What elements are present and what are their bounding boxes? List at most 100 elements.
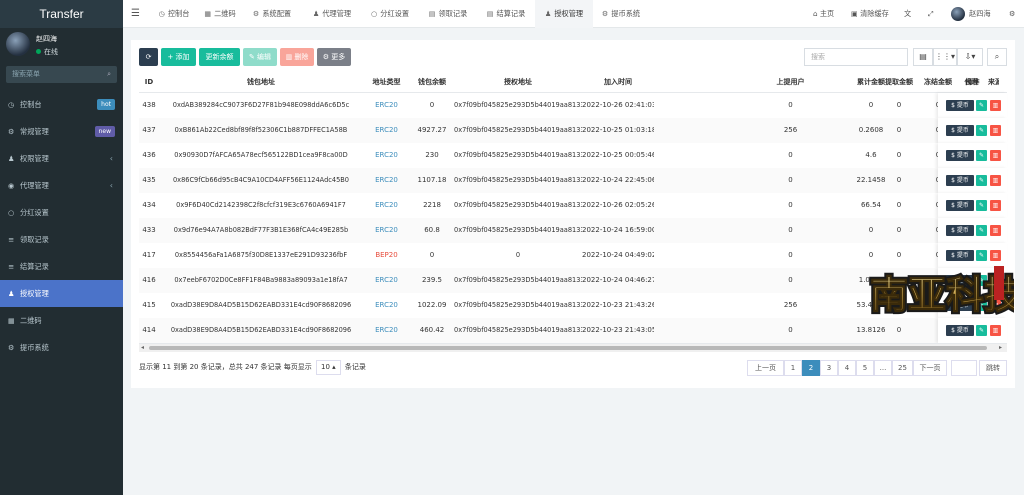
page-size-select[interactable]: 10 ▴ bbox=[316, 360, 341, 375]
edit-button[interactable]: ✎ 编辑 bbox=[243, 48, 277, 66]
withdraw-button[interactable]: $ 提币 bbox=[946, 125, 974, 136]
sidebar-item-5[interactable]: ≡ 领取记录 bbox=[0, 226, 123, 253]
jump-page-input[interactable] bbox=[951, 360, 977, 376]
withdraw-button[interactable]: $ 提币 bbox=[946, 150, 974, 161]
dashboard-icon: ◷ bbox=[8, 100, 15, 109]
tab-5[interactable]: ▤ 领取记录 bbox=[420, 0, 476, 28]
page-button[interactable]: ... bbox=[874, 360, 892, 376]
column-header[interactable]: 授权地址 bbox=[454, 72, 582, 92]
row-delete-icon[interactable]: ▥ bbox=[990, 200, 1001, 211]
sidebar-item-4[interactable]: ○ 分红设置 bbox=[0, 199, 123, 226]
scrollbar-thumb[interactable] bbox=[149, 346, 987, 350]
prev-page-button[interactable]: 上一页 bbox=[747, 360, 784, 376]
row-edit-icon[interactable]: ✎ bbox=[976, 100, 987, 111]
fullscreen-icon[interactable]: ⤢ bbox=[928, 0, 934, 28]
row-delete-icon[interactable]: ▥ bbox=[990, 125, 1001, 136]
tab-6[interactable]: ▤ 结算记录 bbox=[479, 0, 533, 28]
table-cell: 434 bbox=[142, 201, 156, 209]
settings-gear-icon[interactable]: ⚙ bbox=[1009, 0, 1015, 28]
tab-7[interactable]: ♟ 授权管理 bbox=[535, 0, 593, 28]
row-edit-icon[interactable]: ✎ bbox=[976, 200, 987, 211]
row-edit-icon[interactable]: ✎ bbox=[976, 225, 987, 236]
page-button[interactable]: 25 bbox=[892, 360, 913, 376]
row-edit-icon[interactable]: ✎ bbox=[976, 325, 987, 336]
add-button[interactable]: + 添加 bbox=[161, 48, 196, 66]
home-link[interactable]: ⌂ 主页 bbox=[813, 0, 834, 28]
column-header[interactable]: 钱包余额 bbox=[410, 72, 454, 92]
columns-toggle-icon[interactable]: ▤ bbox=[913, 48, 933, 66]
clear-cache-link[interactable]: ▣ 清除缓存 bbox=[851, 0, 889, 28]
more-button[interactable]: ⚙ 更多 bbox=[317, 48, 351, 66]
delete-button[interactable]: ▥ 删除 bbox=[280, 48, 314, 66]
table-cell: 0x7f09bf045825e293D5b44019aa813324E5bE3e… bbox=[454, 226, 582, 234]
tab-8[interactable]: ⚙ 提币系统 bbox=[596, 0, 646, 28]
top-username[interactable]: 赵四海 bbox=[969, 0, 991, 28]
sidebar-item-9[interactable]: ⚙ 提币系统 bbox=[0, 334, 123, 361]
sidebar-item-0[interactable]: ◷ 控制台 hot bbox=[0, 91, 123, 118]
tab-0[interactable]: ◷ 控制台 bbox=[151, 0, 197, 28]
tab-1[interactable]: ▦ 二维码 bbox=[198, 0, 242, 28]
row-edit-icon[interactable]: ✎ bbox=[976, 175, 987, 186]
page-button[interactable]: 1 bbox=[784, 360, 802, 376]
gear-icon: ⚙ bbox=[252, 9, 260, 18]
scroll-right-icon[interactable]: ▸ bbox=[999, 344, 1002, 351]
column-header[interactable]: 地址类型 bbox=[363, 72, 410, 92]
page-button[interactable]: 4 bbox=[838, 360, 856, 376]
row-delete-icon[interactable]: ▥ bbox=[990, 100, 1001, 111]
next-page-button[interactable]: 下一页 bbox=[913, 360, 947, 376]
page-button[interactable]: 2 bbox=[802, 360, 820, 376]
table-search-input[interactable]: 搜索 bbox=[804, 48, 908, 66]
column-header[interactable]: 钱包地址 bbox=[159, 72, 363, 92]
row-delete-icon[interactable]: ▥ bbox=[990, 250, 1001, 261]
withdraw-button[interactable]: $ 提币 bbox=[946, 175, 974, 186]
row-edit-icon[interactable]: ✎ bbox=[976, 150, 987, 161]
row-edit-icon[interactable]: ✎ bbox=[976, 250, 987, 261]
column-header[interactable]: 加入时间 bbox=[582, 72, 654, 92]
scroll-left-icon[interactable]: ◂ bbox=[141, 344, 144, 351]
top-avatar[interactable] bbox=[951, 7, 965, 21]
row-delete-icon[interactable]: ▥ bbox=[990, 325, 1001, 336]
row-edit-icon[interactable]: ✎ bbox=[976, 125, 987, 136]
update-balance-button[interactable]: 更新余额 bbox=[199, 48, 240, 66]
sidebar-item-8[interactable]: ▦ 二维码 bbox=[0, 307, 123, 334]
sidebar-item-3[interactable]: ◉ 代理管理 ‹ bbox=[0, 172, 123, 199]
withdraw-button[interactable]: $ 提币 bbox=[946, 225, 974, 236]
tab-3[interactable]: ♟ 代理管理 bbox=[303, 0, 361, 28]
add-label: 添加 bbox=[175, 53, 190, 61]
sidebar-item-2[interactable]: ♟ 权限管理 ‹ bbox=[0, 145, 123, 172]
pagination-info-b: 条记录 bbox=[344, 363, 366, 371]
column-header[interactable]: 操作 bbox=[938, 72, 1007, 92]
app-title[interactable]: Transfer bbox=[0, 0, 123, 28]
table-cell: 0 bbox=[896, 101, 902, 109]
row-delete-icon[interactable]: ▥ bbox=[990, 150, 1001, 161]
tab-4[interactable]: ○ 分红设置 bbox=[363, 0, 417, 28]
tab-2[interactable]: ⚙ 系统配置 bbox=[243, 0, 301, 28]
table-cell: 0 bbox=[788, 201, 793, 209]
grid-view-icon[interactable]: ⋮⋮▾ bbox=[933, 48, 957, 66]
table-cell: 0 bbox=[788, 276, 793, 284]
withdraw-button[interactable]: $ 提币 bbox=[946, 325, 974, 336]
sidebar-item-label: 领取记录 bbox=[20, 235, 49, 244]
sidebar-item-7[interactable]: ♟ 授权管理 bbox=[0, 280, 123, 307]
pagination-info: 显示第 11 到第 20 条记录，总共 247 条记录 每页显示 10 ▴ 条记… bbox=[139, 360, 366, 375]
withdraw-button[interactable]: $ 提币 bbox=[946, 100, 974, 111]
page-button[interactable]: 3 bbox=[820, 360, 838, 376]
page-button[interactable]: 5 bbox=[856, 360, 874, 376]
refresh-button[interactable]: ⟳ bbox=[139, 48, 158, 66]
row-actions: $ 提币✎▥ bbox=[938, 318, 1007, 343]
advanced-search-icon[interactable]: ⌕ bbox=[987, 48, 1007, 66]
sidebar-item-1[interactable]: ⚙ 常规管理 new bbox=[0, 118, 123, 145]
column-header[interactable]: 提取金额 bbox=[877, 72, 921, 92]
menu-toggle-icon[interactable]: ☰ bbox=[131, 0, 140, 28]
jump-button[interactable]: 跳转 bbox=[979, 360, 1007, 376]
withdraw-button[interactable]: $ 提币 bbox=[946, 250, 974, 261]
export-icon[interactable]: ⇩▾ bbox=[957, 48, 983, 66]
column-header[interactable]: 上提用户 bbox=[772, 72, 809, 92]
row-delete-icon[interactable]: ▥ bbox=[990, 225, 1001, 236]
language-icon[interactable]: 文 bbox=[904, 0, 911, 28]
withdraw-button[interactable]: $ 提币 bbox=[946, 200, 974, 211]
row-delete-icon[interactable]: ▥ bbox=[990, 175, 1001, 186]
sidebar-item-6[interactable]: ≡ 结算记录 bbox=[0, 253, 123, 280]
column-header[interactable]: ID bbox=[139, 72, 159, 92]
sidebar-search-input[interactable]: 搜索菜单 ⌕ bbox=[6, 66, 117, 83]
